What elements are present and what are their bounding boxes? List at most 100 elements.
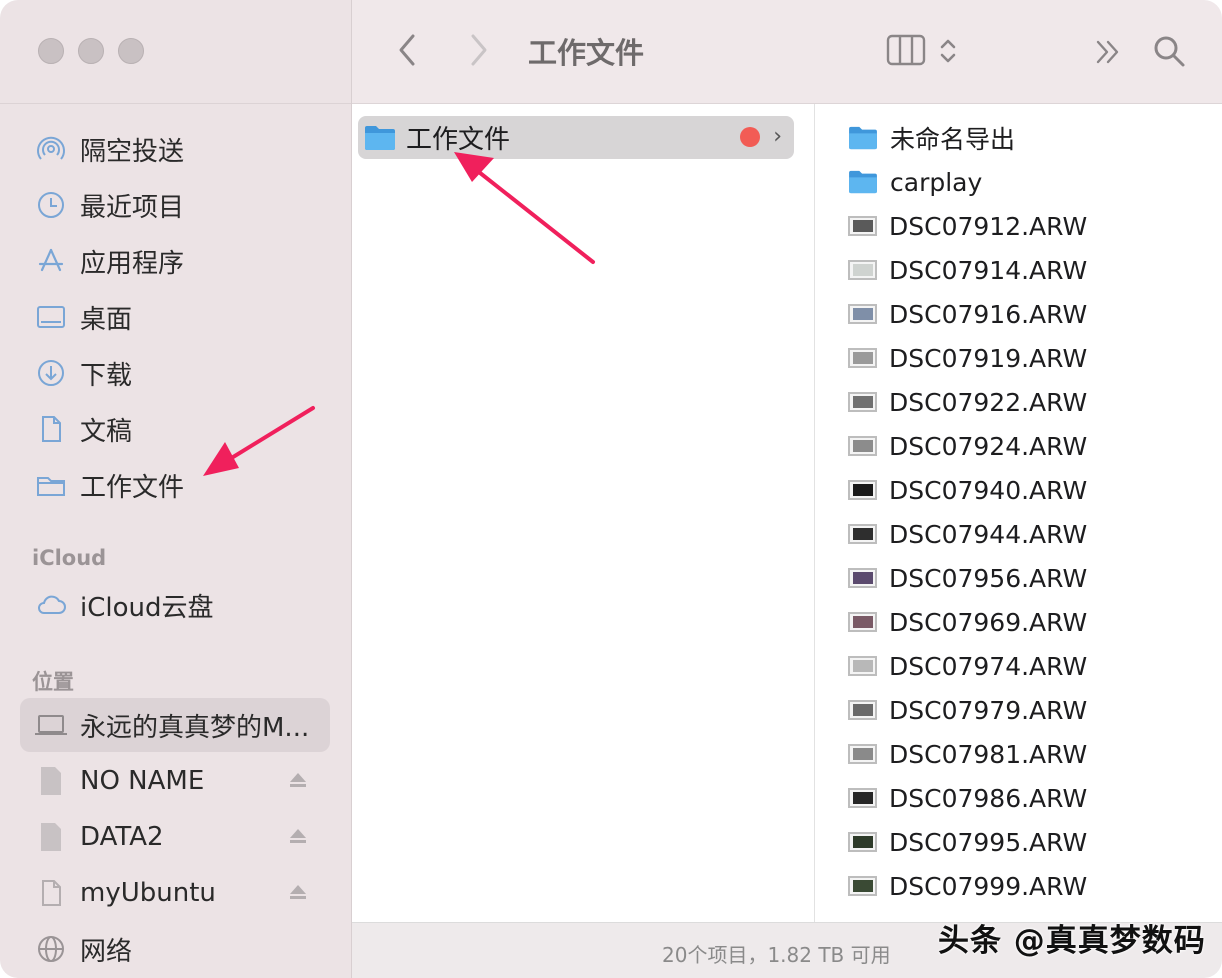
sidebar-item-label: myUbuntu: [80, 878, 216, 908]
sidebar-item-myubuntu[interactable]: myUbuntu: [20, 868, 330, 918]
globe-icon: [34, 932, 68, 966]
file-name: 未命名导出: [890, 125, 1016, 154]
sidebar-item-recents[interactable]: 最近项目: [20, 180, 330, 230]
sidebar-item-label: 下载: [80, 360, 133, 391]
file-name: DSC07944.ARW: [889, 519, 1088, 549]
section-heading-icloud: iCloud: [32, 546, 107, 570]
apps-icon: [34, 244, 68, 278]
sidebar-item-label: 永远的真真梦的M...: [80, 712, 310, 743]
chevron-right-icon: [468, 34, 490, 72]
folder-row[interactable]: carplay: [848, 160, 982, 204]
file-row[interactable]: DSC07986.ARW: [848, 776, 1087, 820]
more-chevrons-icon: [1094, 40, 1122, 70]
minimize-window-button[interactable]: [78, 38, 104, 64]
file-name: DSC07995.ARW: [889, 827, 1088, 857]
folder-row[interactable]: 未命名导出: [848, 116, 1015, 160]
sidebar-item-label: 最近项目: [80, 192, 185, 223]
file-row[interactable]: DSC07919.ARW: [848, 336, 1087, 380]
file-row[interactable]: DSC07995.ARW: [848, 820, 1087, 864]
zoom-window-button[interactable]: [118, 38, 144, 64]
sidebar-item-label: DATA2: [80, 822, 164, 852]
back-button[interactable]: [396, 32, 418, 72]
toolbar: 工作文件: [352, 0, 1222, 104]
file-row[interactable]: DSC07916.ARW: [848, 292, 1087, 336]
image-thumbnail-icon: [848, 304, 877, 324]
eject-icon[interactable]: [288, 826, 308, 850]
desktop-icon: [34, 300, 68, 334]
sidebar-item-airdrop[interactable]: 隔空投送: [20, 124, 330, 174]
sidebar-item-data2[interactable]: DATA2: [20, 812, 330, 862]
file-row[interactable]: DSC07974.ARW: [848, 644, 1087, 688]
sidebar-item-label: 文稿: [80, 416, 133, 447]
file-row[interactable]: DSC07912.ARW: [848, 204, 1087, 248]
sidebar-divider: [0, 103, 351, 104]
eject-icon[interactable]: [288, 882, 308, 906]
file-name: DSC07986.ARW: [889, 783, 1088, 813]
file-name: DSC07914.ARW: [889, 255, 1088, 285]
cloud-icon: [34, 588, 68, 622]
file-name: DSC07974.ARW: [889, 651, 1088, 681]
forward-button[interactable]: [468, 32, 490, 72]
sort-button[interactable]: [938, 36, 958, 70]
view-mode-button[interactable]: [886, 34, 926, 70]
window-title: 工作文件: [528, 36, 645, 70]
file-name: DSC07956.ARW: [889, 563, 1088, 593]
image-thumbnail-icon: [848, 832, 877, 852]
sidebar-item-label: iCloud云盘: [80, 592, 214, 623]
file-row[interactable]: DSC07914.ARW: [848, 248, 1087, 292]
image-thumbnail-icon: [848, 348, 877, 368]
sidebar-item-network[interactable]: 网络: [20, 924, 330, 974]
sidebar-item-desktop[interactable]: 桌面: [20, 292, 330, 342]
clock-icon: [34, 188, 68, 222]
image-thumbnail-icon: [848, 744, 877, 764]
window-controls: [38, 38, 144, 64]
airdrop-icon: [34, 132, 68, 166]
image-thumbnail-icon: [848, 700, 877, 720]
sidebar-item-work-files[interactable]: 工作文件: [20, 460, 330, 510]
eject-icon[interactable]: [288, 770, 308, 794]
folder-icon: [848, 125, 878, 151]
file-name: DSC07919.ARW: [889, 343, 1088, 373]
chevron-right-icon: ›: [773, 124, 782, 149]
image-thumbnail-icon: [848, 260, 877, 280]
download-icon: [34, 356, 68, 390]
file-row[interactable]: DSC07969.ARW: [848, 600, 1087, 644]
folder-icon: [848, 169, 878, 195]
file-row[interactable]: DSC07924.ARW: [848, 424, 1087, 468]
sidebar-item-downloads[interactable]: 下载: [20, 348, 330, 398]
file-name: DSC07922.ARW: [889, 387, 1088, 417]
file-name: DSC07940.ARW: [889, 475, 1088, 505]
file-row[interactable]: DSC07981.ARW: [848, 732, 1087, 776]
file-row[interactable]: DSC07940.ARW: [848, 468, 1087, 512]
list-item-work-files[interactable]: 工作文件 ›: [358, 116, 794, 159]
column-browser-1: 工作文件 ›: [352, 104, 815, 922]
sidebar-item-label: 工作文件: [80, 472, 185, 503]
more-toolbar-button[interactable]: [1094, 38, 1122, 70]
image-thumbnail-icon: [848, 568, 877, 588]
sidebar-item-documents[interactable]: 文稿: [20, 404, 330, 454]
sidebar-item-macbook[interactable]: 永远的真真梦的M...: [20, 698, 330, 752]
close-window-button[interactable]: [38, 38, 64, 64]
file-row[interactable]: DSC07922.ARW: [848, 380, 1087, 424]
folder-icon: [34, 468, 68, 502]
image-thumbnail-icon: [848, 436, 877, 456]
file-name: DSC07916.ARW: [889, 299, 1088, 329]
image-thumbnail-icon: [848, 392, 877, 412]
image-thumbnail-icon: [848, 524, 877, 544]
file-row[interactable]: DSC07944.ARW: [848, 512, 1087, 556]
sidebar-item-applications[interactable]: 应用程序: [20, 236, 330, 286]
file-row[interactable]: DSC07999.ARW: [848, 864, 1087, 908]
sidebar-item-no-name[interactable]: NO NAME: [20, 756, 330, 806]
section-heading-locations: 位置: [32, 670, 74, 694]
sidebar-item-label: 网络: [80, 936, 133, 967]
file-row[interactable]: DSC07979.ARW: [848, 688, 1087, 732]
column-view-icon: [886, 34, 926, 70]
list-item-label: 工作文件: [406, 125, 511, 155]
file-name: DSC07969.ARW: [889, 607, 1088, 637]
search-button[interactable]: [1152, 34, 1186, 72]
file-name: carplay: [890, 167, 983, 197]
image-thumbnail-icon: [848, 480, 877, 500]
red-tag-dot: [740, 127, 760, 147]
sidebar-item-icloud-drive[interactable]: iCloud云盘: [20, 580, 330, 630]
file-row[interactable]: DSC07956.ARW: [848, 556, 1087, 600]
